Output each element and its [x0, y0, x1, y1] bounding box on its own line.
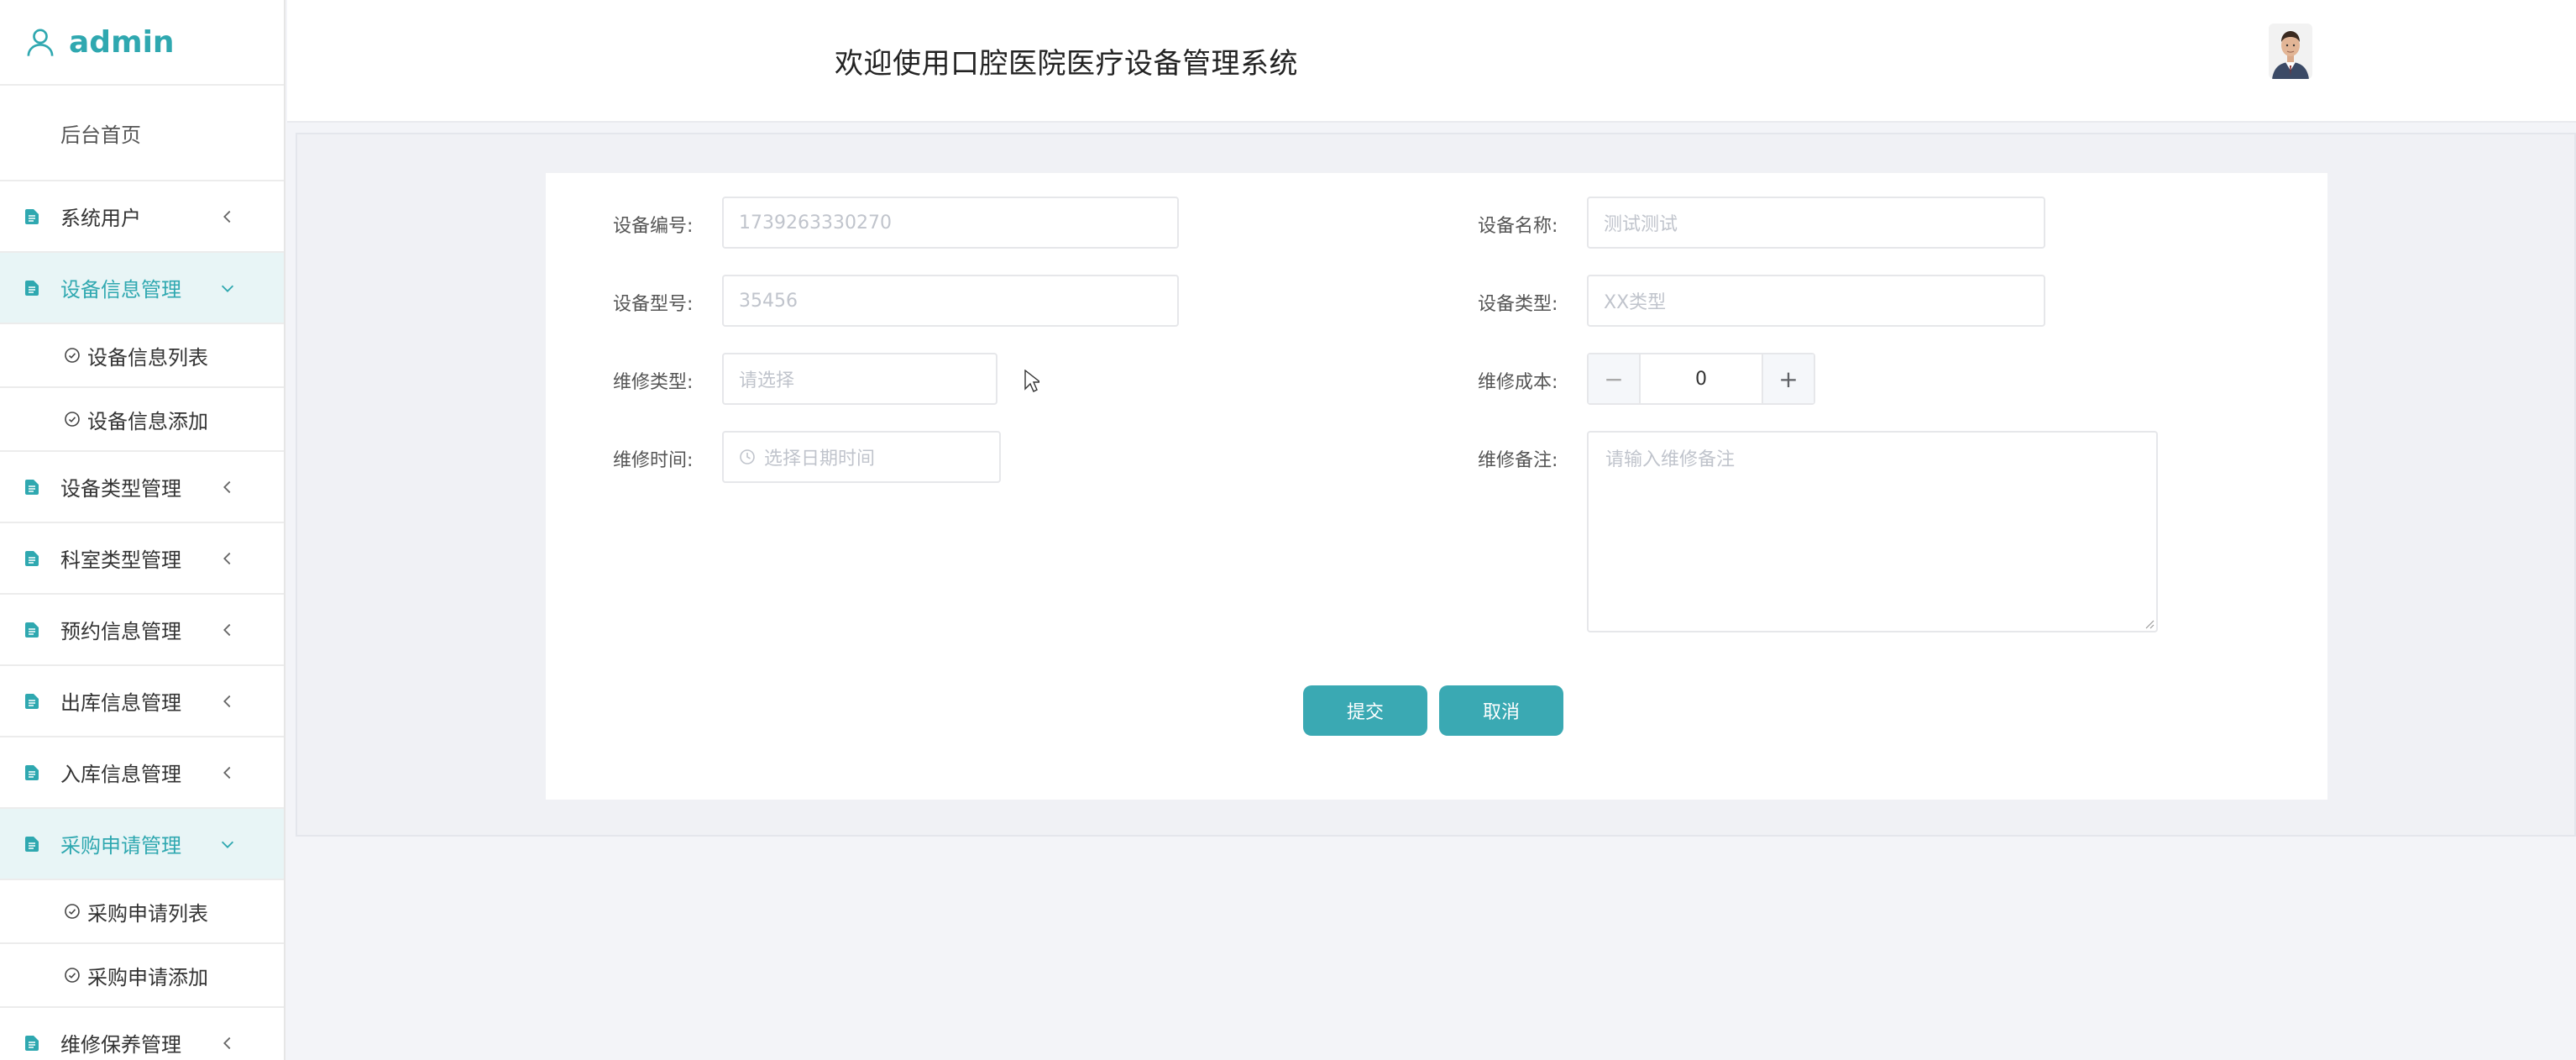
check-circle-icon [65, 348, 80, 363]
cancel-button[interactable]: 取消 [1439, 685, 1563, 736]
chevron-left-icon [223, 1036, 231, 1049]
resize-handle-icon[interactable] [2143, 617, 2155, 629]
repair-note-placeholder: 请输入维修备注 [1605, 449, 1736, 470]
submenu-item-device-add[interactable]: 设备信息添加 [0, 388, 284, 452]
sidebar: admin 后台首页 系统用户 设备信息管理 设备信息列表 设备信息添加 设备类… [0, 0, 285, 1060]
user-icon [27, 29, 54, 56]
submenu-item-device-list[interactable]: 设备信息列表 [0, 324, 284, 388]
submenu-item-label: 设备信息添加 [87, 409, 208, 433]
avatar[interactable] [2269, 24, 2312, 79]
header: 欢迎使用口腔医院医疗设备管理系统 [287, 0, 2576, 123]
device-no-label: 设备编号: [613, 216, 694, 237]
repair-note-label: 维修备注: [1478, 450, 1558, 471]
menu-item-label: 预约信息管理 [60, 620, 181, 643]
repair-type-select[interactable]: 请选择 [722, 353, 997, 405]
device-name-input[interactable]: 测试测试 [1587, 197, 2045, 249]
repair-cost-label: 维修成本: [1478, 372, 1558, 393]
submenu-item-label: 设备信息列表 [87, 345, 208, 370]
device-type-input[interactable]: XX类型 [1587, 275, 2045, 327]
menu-item-label: 科室类型管理 [60, 548, 181, 572]
document-icon [25, 550, 39, 566]
repair-type-label: 维修类型: [613, 372, 694, 393]
document-icon [25, 1035, 39, 1051]
menu-item-inbound[interactable]: 入库信息管理 [0, 737, 284, 809]
repair-time-picker[interactable]: 选择日期时间 [722, 431, 1001, 483]
chevron-left-icon [223, 766, 231, 779]
repair-time-label: 维修时间: [613, 450, 694, 471]
menu-item-label: 采购申请管理 [60, 834, 181, 858]
device-name-label: 设备名称: [1478, 216, 1558, 237]
repair-note-textarea[interactable]: 请输入维修备注 [1587, 431, 2158, 632]
menu-item-label: 系统用户 [60, 207, 141, 230]
brand-name: admin [69, 24, 175, 60]
check-circle-icon [65, 412, 80, 427]
content-panel: 设备编号: 1739263330270 设备名称: 测试测试 设备型号: 354… [296, 133, 2576, 837]
document-icon [25, 764, 39, 780]
submenu-item-label: 采购申请添加 [87, 965, 208, 989]
repair-time-placeholder: 选择日期时间 [764, 449, 876, 470]
chevron-left-icon [223, 210, 231, 223]
repair-cost-stepper: − 0 + [1587, 353, 1815, 405]
form-card: 设备编号: 1739263330270 设备名称: 测试测试 设备型号: 354… [546, 173, 2327, 800]
check-circle-icon [65, 904, 80, 919]
menu-item-department-type[interactable]: 科室类型管理 [0, 523, 284, 595]
menu-item-label: 维修保养管理 [60, 1033, 181, 1057]
chevron-left-icon [223, 480, 231, 493]
device-no-input[interactable]: 1739263330270 [722, 197, 1179, 249]
chevron-down-icon [221, 841, 234, 848]
document-icon [25, 280, 39, 296]
chevron-down-icon [221, 285, 234, 292]
menu-item-label: 设备信息管理 [60, 278, 181, 302]
check-circle-icon [65, 968, 80, 983]
page-title: 欢迎使用口腔医院医疗设备管理系统 [835, 47, 1298, 81]
menu-item-outbound[interactable]: 出库信息管理 [0, 666, 284, 737]
device-type-label: 设备类型: [1478, 294, 1558, 315]
menu-item-label: 出库信息管理 [60, 691, 181, 715]
device-model-input[interactable]: 35456 [722, 275, 1179, 327]
menu-item-device-info[interactable]: 设备信息管理 [0, 253, 284, 324]
document-icon [25, 479, 39, 495]
menu-item-system-users[interactable]: 系统用户 [0, 181, 284, 253]
document-icon [25, 622, 39, 638]
decrement-button[interactable]: − [1589, 354, 1641, 403]
submenu-item-label: 采购申请列表 [87, 901, 208, 926]
menu-item-label: 入库信息管理 [60, 763, 181, 786]
menu-item-purchase[interactable]: 采购申请管理 [0, 809, 284, 880]
menu-home[interactable]: 后台首页 [0, 86, 284, 181]
chevron-left-icon [223, 695, 231, 707]
submenu-item-purchase-list[interactable]: 采购申请列表 [0, 880, 284, 944]
document-icon [25, 693, 39, 709]
submit-button[interactable]: 提交 [1303, 685, 1427, 736]
menu-item-appointment[interactable]: 预约信息管理 [0, 595, 284, 666]
device-model-label: 设备型号: [613, 294, 694, 315]
submenu-item-purchase-add[interactable]: 采购申请添加 [0, 944, 284, 1008]
document-icon [25, 836, 39, 852]
menu-item-device-type[interactable]: 设备类型管理 [0, 452, 284, 523]
chevron-left-icon [223, 552, 231, 564]
brand: admin [0, 0, 284, 86]
chevron-left-icon [223, 623, 231, 636]
increment-button[interactable]: + [1762, 354, 1814, 403]
repair-cost-value[interactable]: 0 [1641, 354, 1762, 403]
mouse-cursor-icon [1024, 370, 1039, 392]
avatar-image [2269, 24, 2312, 79]
clock-icon [740, 449, 755, 464]
menu-item-label: 设备类型管理 [60, 477, 181, 501]
document-icon [25, 208, 39, 224]
menu-item-maintenance[interactable]: 维修保养管理 [0, 1008, 284, 1060]
